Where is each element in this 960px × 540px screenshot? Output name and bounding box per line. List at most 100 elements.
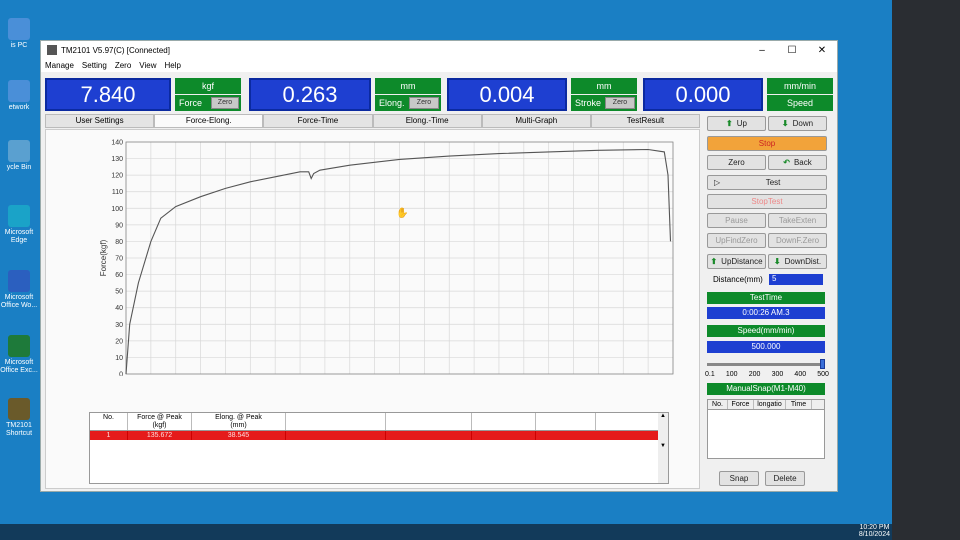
y-tick-label: 130 xyxy=(111,156,123,163)
results-col-elong: Elong. @ Peak (mm) xyxy=(192,413,286,430)
pause-button[interactable]: Pause xyxy=(707,213,766,228)
down-arrow-icon: ⬇ xyxy=(781,119,789,128)
menu-bar: Manage Setting Zero View Help xyxy=(41,59,837,72)
window-title: TM2101 V5.97(C) [Connected] xyxy=(61,45,170,55)
test-button[interactable]: ▷ Test xyxy=(707,175,827,190)
series-line xyxy=(125,148,672,375)
results-table: No. Force @ Peak (kgf) Elong. @ Peak (mm… xyxy=(89,412,669,484)
hand-cursor-icon: ✋ xyxy=(396,206,408,219)
app-window: TM2101 V5.97(C) [Connected] – ☐ ✕ Manage… xyxy=(40,40,838,492)
results-scrollbar[interactable]: ▲ ▼ xyxy=(658,413,668,483)
desktop-icon[interactable]: TM2101 Shortcut xyxy=(0,398,38,438)
desktop-app-icon xyxy=(8,18,30,40)
downdist-arrow-icon: ⬇ xyxy=(773,257,781,266)
desktop-icon[interactable]: is PC xyxy=(0,18,38,50)
y-tick-label: 30 xyxy=(115,322,123,329)
downfzero-button[interactable]: DownF.Zero xyxy=(768,233,827,248)
testtime-label: TestTime xyxy=(707,292,825,304)
desktop-icon[interactable]: etwork xyxy=(0,80,38,112)
results-col-no: No. xyxy=(90,413,128,430)
y-tick-label: 140 xyxy=(111,140,123,147)
maximize-icon[interactable]: ☐ xyxy=(777,45,807,56)
y-tick-label: 110 xyxy=(112,189,123,196)
control-panel: ⬆ Up ⬇ Down Stop Zero ↶ Back ▷ Test StopTest… xyxy=(705,113,831,489)
speed-slider[interactable] xyxy=(707,359,825,369)
speed-label: Speed xyxy=(767,95,833,111)
upfindzero-button[interactable]: UpFindZero xyxy=(707,233,766,248)
title-bar: TM2101 V5.97(C) [Connected] – ☐ ✕ xyxy=(41,41,837,59)
stoptest-button[interactable]: StopTest xyxy=(707,194,827,209)
desktop-icon-label: TM2101 Shortcut xyxy=(5,422,33,437)
updistance-arrow-icon: ⬆ xyxy=(710,257,718,266)
results-cell-no: 1 xyxy=(90,431,128,440)
app-icon xyxy=(47,45,57,55)
results-cell-elong: 38.545 xyxy=(192,431,286,440)
testtime-value: 0:00:26 AM.3 xyxy=(707,307,825,319)
slider-ticks: 0.1 100 200 300 400 500 xyxy=(705,371,829,378)
desktop-icon-label: Microsoft Office Exc... xyxy=(0,359,38,374)
manualsnap-label: ManualSnap(M1-M40) xyxy=(707,383,825,395)
y-tick-label: 60 xyxy=(115,272,123,279)
menu-setting[interactable]: Setting xyxy=(82,61,107,70)
desktop-icon-label: Microsoft Office Wo... xyxy=(0,294,38,309)
close-icon[interactable]: ✕ xyxy=(807,45,837,56)
graph-area: 0246810121416182022242628303234363840424… xyxy=(45,129,700,489)
up-arrow-icon: ⬆ xyxy=(726,119,733,128)
menu-view[interactable]: View xyxy=(139,61,156,70)
snap-button[interactable]: Snap xyxy=(719,471,759,486)
updistance-button[interactable]: ⬆ UpDistance xyxy=(707,254,766,269)
monitor-bezel xyxy=(892,0,960,540)
speed-panel-label: Speed(mm/min) xyxy=(707,325,825,337)
distance-input[interactable]: 5 xyxy=(769,274,823,285)
y-tick-label: 0 xyxy=(119,372,123,377)
y-tick-label: 20 xyxy=(115,338,123,345)
stop-button[interactable]: Stop xyxy=(707,136,827,151)
back-arrow-icon: ↶ xyxy=(783,158,790,167)
manualsnap-table: No. Force longatio Time xyxy=(707,399,825,459)
results-cell-force: 135.672 xyxy=(128,431,192,440)
taskbar xyxy=(0,524,960,540)
desktop-icon-label: Microsoft Edge xyxy=(4,229,34,244)
desktop-app-icon xyxy=(8,140,30,162)
desktop-icon[interactable]: ycle Bin xyxy=(0,140,38,172)
minimize-icon[interactable]: – xyxy=(747,45,777,56)
table-row[interactable]: 1 135.672 38.545 xyxy=(90,431,668,440)
y-tick-label: 100 xyxy=(111,206,123,213)
zero-button[interactable]: Zero xyxy=(707,155,766,170)
menu-help[interactable]: Help xyxy=(164,61,180,70)
y-tick-label: 10 xyxy=(115,355,123,362)
results-header: No. Force @ Peak (kgf) Elong. @ Peak (mm… xyxy=(90,413,668,431)
desktop-app-icon xyxy=(8,398,30,420)
results-col-force: Force @ Peak (kgf) xyxy=(128,413,192,430)
desktop-icon-label: etwork xyxy=(8,104,30,111)
downdist-button[interactable]: ⬇ DownDist. xyxy=(768,254,827,269)
y-tick-label: 80 xyxy=(115,239,123,246)
y-axis-label: Force(kgf) xyxy=(99,239,108,276)
y-tick-label: 70 xyxy=(115,256,123,263)
desktop-app-icon xyxy=(8,335,30,357)
desktop-icon-label: is PC xyxy=(10,42,28,49)
y-tick-label: 120 xyxy=(111,173,123,180)
desktop-app-icon xyxy=(8,270,30,292)
back-button[interactable]: ↶ Back xyxy=(768,155,827,170)
speed-unit: mm/min xyxy=(767,78,833,94)
desktop-icon-label: ycle Bin xyxy=(6,164,32,171)
force-elong-chart: 0246810121416182022242628303234363840424… xyxy=(99,140,674,377)
play-icon: ▷ xyxy=(714,178,721,187)
menu-zero[interactable]: Zero xyxy=(115,61,131,70)
y-tick-label: 90 xyxy=(115,222,123,229)
speed-panel-value[interactable]: 500.000 xyxy=(707,341,825,353)
desktop-icon[interactable]: Microsoft Edge xyxy=(0,205,38,245)
down-button[interactable]: ⬇ Down xyxy=(768,116,827,131)
speed-slider-thumb[interactable] xyxy=(820,359,825,369)
menu-manage[interactable]: Manage xyxy=(45,61,74,70)
desktop-icon[interactable]: Microsoft Office Exc... xyxy=(0,335,38,375)
delete-button[interactable]: Delete xyxy=(765,471,805,486)
up-button[interactable]: ⬆ Up xyxy=(707,116,766,131)
desktop-icon[interactable]: Microsoft Office Wo... xyxy=(0,270,38,310)
taskbar-clock[interactable]: 10:20 PM 8/10/2024 xyxy=(859,524,890,538)
desktop-app-icon xyxy=(8,205,30,227)
y-tick-label: 50 xyxy=(115,289,123,296)
takeexten-button[interactable]: TakeExten xyxy=(768,213,827,228)
distance-label: Distance(mm) xyxy=(713,275,763,284)
